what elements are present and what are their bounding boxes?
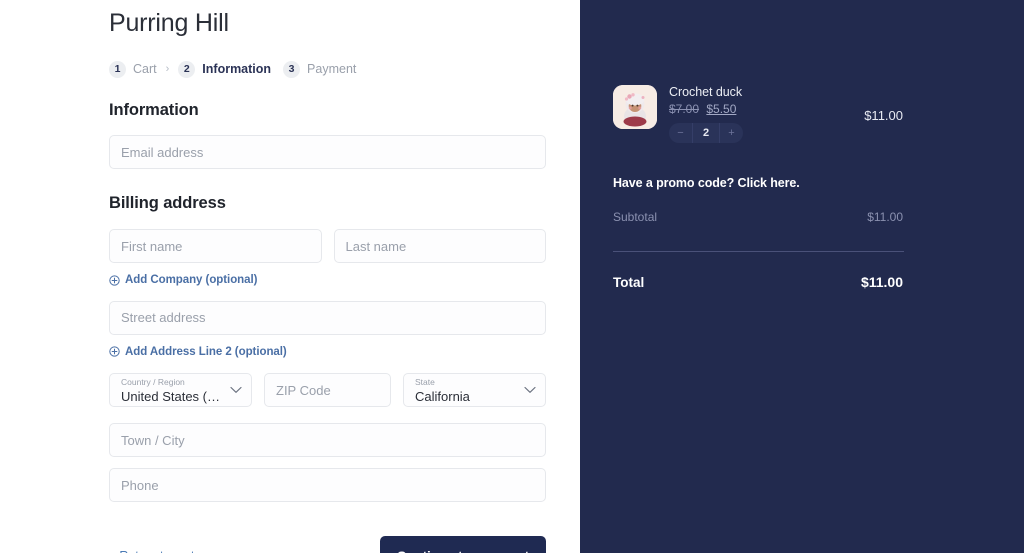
line-item-total: $11.00 [864,108,903,123]
country-select-label: Country / Region [121,377,185,387]
chevron-down-icon [524,386,536,393]
location-row: Country / Region United States (US) Stat… [109,373,546,407]
order-summary-pane: Crochet duck $7.00 $5.50 − 2 + $11.00 Ha… [580,0,1024,553]
price-sale[interactable]: $5.50 [706,102,736,116]
form-actions: « Return to cart Continue to payment [109,536,546,553]
step-label-payment: Payment [307,62,357,76]
breadcrumb-step-cart[interactable]: 1 Cart [109,60,157,78]
add-address-line2-link[interactable]: Add Address Line 2 (optional) [109,346,287,358]
country-select[interactable]: Country / Region United States (US) [109,373,252,407]
phone-field[interactable] [109,468,546,502]
information-heading: Information [109,101,199,119]
product-thumbnail [613,85,657,129]
crochet-duck-image [613,85,657,129]
country-select-value: United States (US) [121,389,230,404]
step-number-1: 1 [109,60,126,78]
step-number-2: 2 [178,60,196,78]
add-company-label: Add Company (optional) [125,274,258,286]
product-name: Crochet duck [669,85,743,99]
breadcrumb-step-information[interactable]: 2 Information [178,60,272,78]
state-select[interactable]: State California [403,373,546,407]
price-original: $7.00 [669,102,700,116]
circle-plus-icon [109,346,120,357]
summary-divider [613,251,904,252]
quantity-value: 2 [692,123,720,143]
subtotal-row: Subtotal $11.00 [613,210,903,224]
breadcrumb: 1 Cart › 2 Information 3 Payment [109,59,546,79]
quantity-stepper[interactable]: − 2 + [669,123,743,143]
return-to-cart-link[interactable]: « Return to cart [109,549,194,553]
circle-plus-icon [109,274,120,286]
promo-code-link[interactable]: Have a promo code? Click here. [613,176,903,190]
chevron-down-icon [230,386,242,393]
name-row [109,229,546,263]
form-column: Purring Hill 1 Cart › 2 Information 3 Pa… [109,0,546,553]
breadcrumb-separator-icon: › [165,62,170,75]
quantity-increment-button[interactable]: + [720,123,743,143]
quantity-decrement-button[interactable]: − [669,123,692,143]
email-field[interactable] [109,135,546,169]
checkout-form-pane: Purring Hill 1 Cart › 2 Information 3 Pa… [0,0,580,553]
checkout-page: Purring Hill 1 Cart › 2 Information 3 Pa… [0,0,1024,553]
billing-address-heading: Billing address [109,194,226,212]
first-name-field[interactable] [109,229,322,263]
continue-to-payment-button[interactable]: Continue to payment [379,536,546,553]
state-select-label: State [415,377,435,387]
total-row: Total $11.00 [613,274,903,290]
add-company-link[interactable]: Add Company (optional) [109,274,257,286]
subtotal-label: Subtotal [613,210,658,224]
town-city-field[interactable] [109,423,546,457]
state-select-value: California [415,389,470,404]
total-value: $11.00 [860,274,903,290]
zip-code-field[interactable] [264,373,391,407]
street-address-field[interactable] [109,300,546,335]
step-label-cart: Cart [133,62,157,76]
line-item: Crochet duck $7.00 $5.50 − 2 + $11.00 [613,85,903,143]
order-summary: Crochet duck $7.00 $5.50 − 2 + $11.00 Ha… [613,0,904,290]
last-name-field[interactable] [333,229,546,263]
breadcrumb-step-payment[interactable]: 3 Payment [283,60,357,78]
step-number-3: 3 [283,60,301,78]
step-label-information: Information [202,62,272,76]
total-label: Total [613,274,645,290]
add-address-line2-label: Add Address Line 2 (optional) [125,345,287,358]
page-title: Purring Hill [109,9,229,37]
subtotal-value: $11.00 [867,210,903,224]
